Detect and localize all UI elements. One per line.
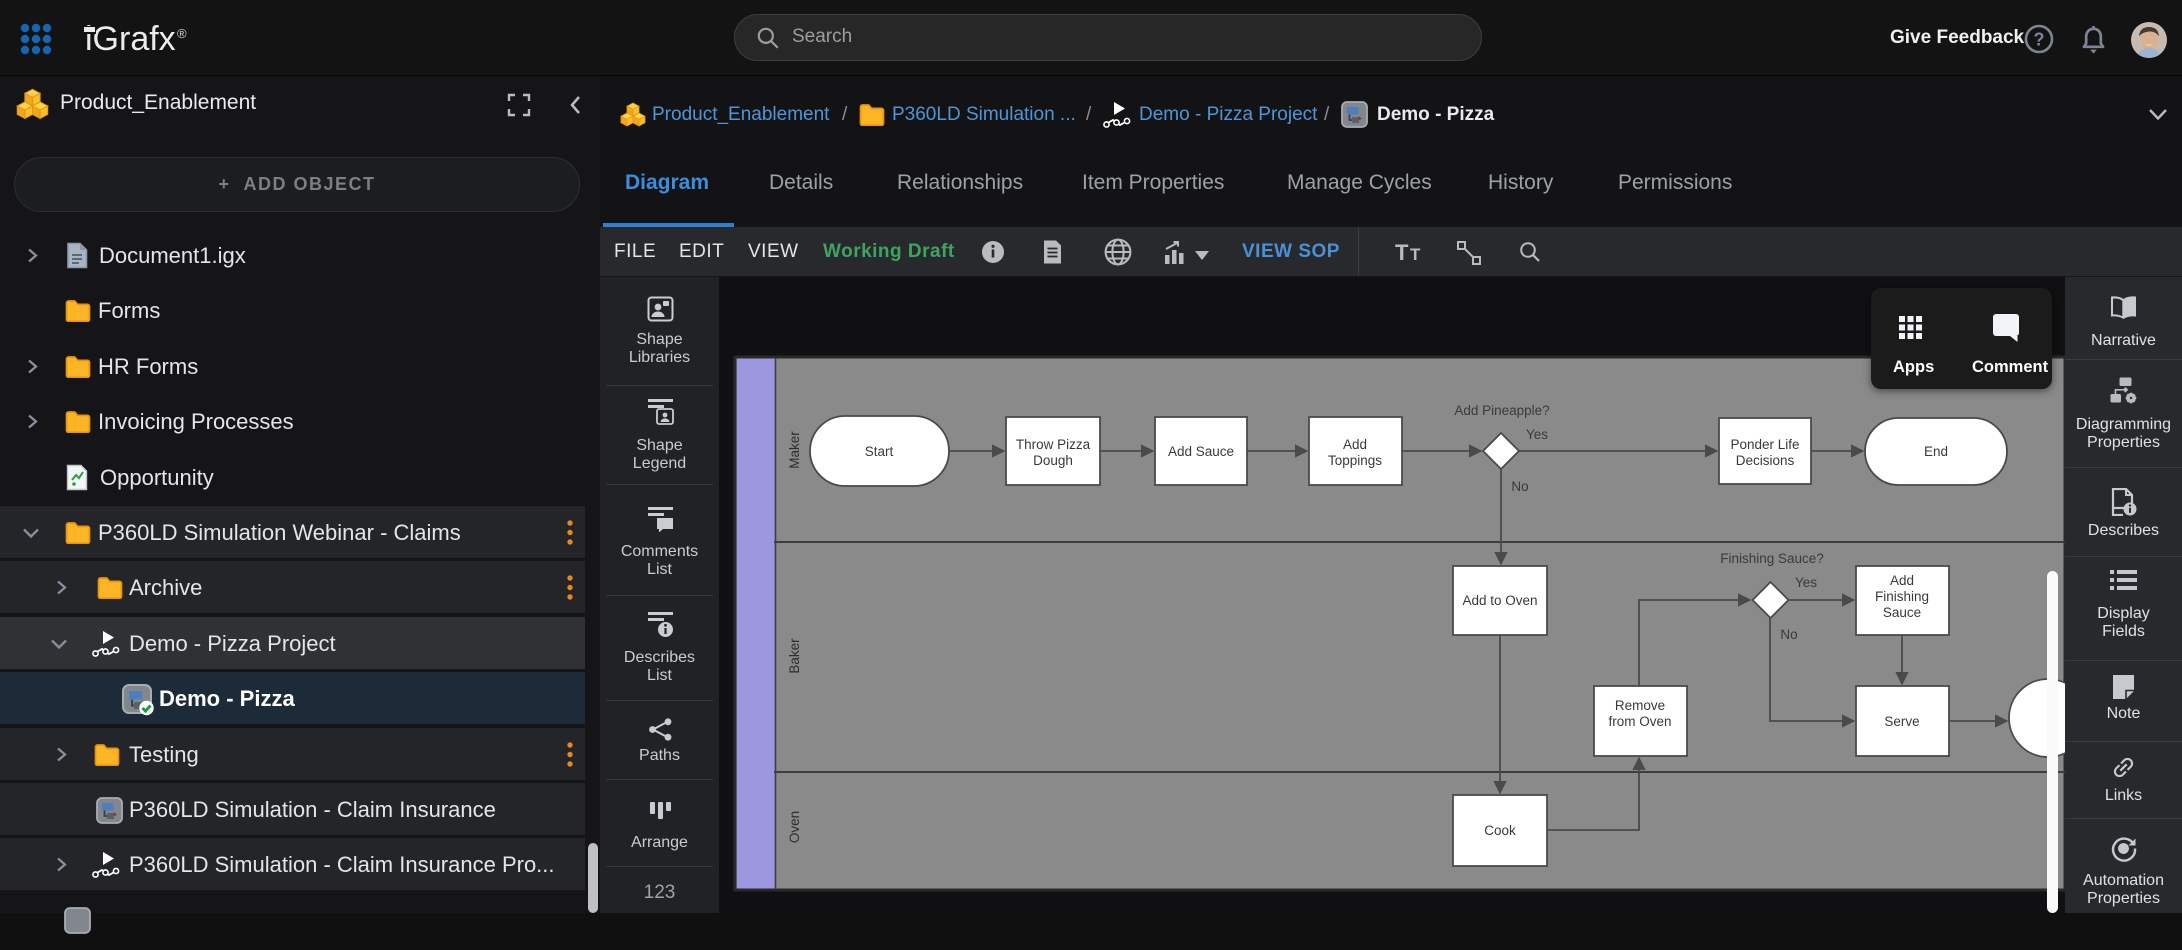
svg-text:Ponder Life: Ponder Life bbox=[1730, 437, 1799, 452]
svg-text:Yes: Yes bbox=[1795, 575, 1817, 590]
svg-text:Finishing: Finishing bbox=[1875, 589, 1929, 604]
svg-text:No: No bbox=[1780, 627, 1797, 642]
svg-text:?: ? bbox=[2034, 30, 2045, 50]
svg-text:End: End bbox=[1924, 444, 1948, 459]
svg-text:Dough: Dough bbox=[1033, 453, 1073, 468]
svg-text:Yes: Yes bbox=[1526, 427, 1548, 442]
svg-text:Throw Pizza: Throw Pizza bbox=[1016, 437, 1091, 452]
svg-text:Finishing Sauce?: Finishing Sauce? bbox=[1720, 551, 1824, 566]
svg-text:Remove: Remove bbox=[1615, 698, 1665, 713]
svg-text:Toppings: Toppings bbox=[1328, 453, 1382, 468]
svg-text:Start: Start bbox=[865, 444, 894, 459]
svg-text:T: T bbox=[1395, 241, 1409, 265]
svg-text:T: T bbox=[1410, 245, 1421, 264]
svg-text:Oven: Oven bbox=[787, 811, 802, 843]
svg-text:Maker: Maker bbox=[787, 431, 802, 469]
svg-text:Add: Add bbox=[1890, 573, 1914, 588]
svg-text:Add Sauce: Add Sauce bbox=[1168, 444, 1234, 459]
svg-text:Add: Add bbox=[1343, 437, 1367, 452]
svg-text:from Oven: from Oven bbox=[1608, 714, 1671, 729]
svg-text:Add to Oven: Add to Oven bbox=[1462, 593, 1537, 608]
svg-text:No: No bbox=[1511, 479, 1528, 494]
svg-text:Baker: Baker bbox=[787, 638, 802, 674]
svg-text:Sauce: Sauce bbox=[1883, 605, 1921, 620]
svg-text:Serve: Serve bbox=[1884, 714, 1919, 729]
svg-text:Decisions: Decisions bbox=[1736, 453, 1795, 468]
svg-text:Add Pineapple?: Add Pineapple? bbox=[1454, 403, 1549, 418]
svg-text:Cook: Cook bbox=[1484, 823, 1516, 838]
